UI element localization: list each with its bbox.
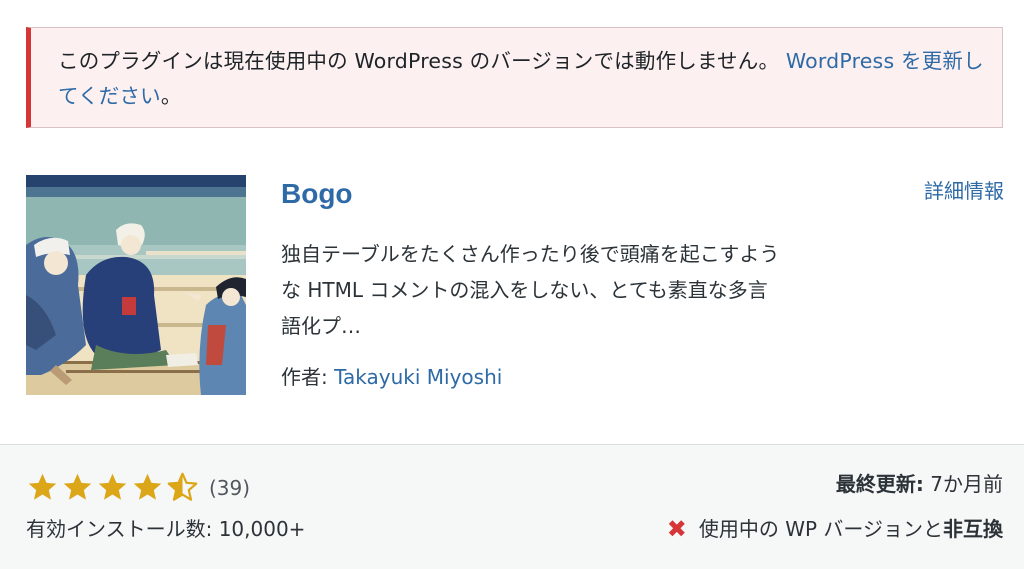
rating-stars (26, 471, 199, 504)
plugin-thumbnail[interactable] (26, 175, 246, 395)
plugin-rating: (39) (26, 471, 250, 504)
last-updated-label: 最終更新: (835, 472, 924, 496)
plugin-author: 作者: Takayuki Miyoshi (281, 360, 502, 394)
author-label: 作者: (281, 365, 335, 389)
last-updated-value: 7か月前 (923, 472, 1003, 496)
plugin-card-bottom: (39) 有効インストール数: 10,000+ 最終更新: 7か月前 ✖ 使用中… (0, 444, 1024, 569)
notice-message: このプラグインは現在使用中の WordPress のバージョンでは動作しません。 (58, 49, 780, 73)
rating-count: (39) (209, 475, 251, 500)
compatibility-status: ✖ 使用中の WP バージョンと 非互換 (667, 512, 1003, 546)
notice-text: このプラグインは現在使用中の WordPress のバージョンでは動作しません。… (58, 44, 988, 114)
star-filled-icon (98, 473, 127, 500)
star-filled-icon (63, 473, 92, 500)
compatibility-text: 使用中の WP バージョンと (698, 517, 943, 541)
incompatible-version-notice: このプラグインは現在使用中の WordPress のバージョンでは動作しません。… (26, 27, 1003, 128)
last-updated: 最終更新: 7か月前 (836, 467, 1003, 501)
plugin-description: 独自テーブルをたくさん作ったり後で頭痛を起こすような HTML コメントの混入を… (281, 242, 780, 338)
close-icon: ✖ (666, 515, 687, 543)
plugin-name-link[interactable]: Bogo (281, 174, 353, 214)
star-filled-icon (28, 473, 57, 500)
author-link[interactable]: Takayuki Miyoshi (334, 365, 502, 389)
notice-suffix: 。 (160, 84, 182, 108)
more-details-link[interactable]: 詳細情報 (924, 174, 1004, 208)
active-installs: 有効インストール数: 10,000+ (26, 517, 306, 541)
star-half-icon (167, 472, 198, 501)
star-filled-icon (133, 473, 162, 500)
compatibility-result: 非互換 (943, 517, 1003, 541)
